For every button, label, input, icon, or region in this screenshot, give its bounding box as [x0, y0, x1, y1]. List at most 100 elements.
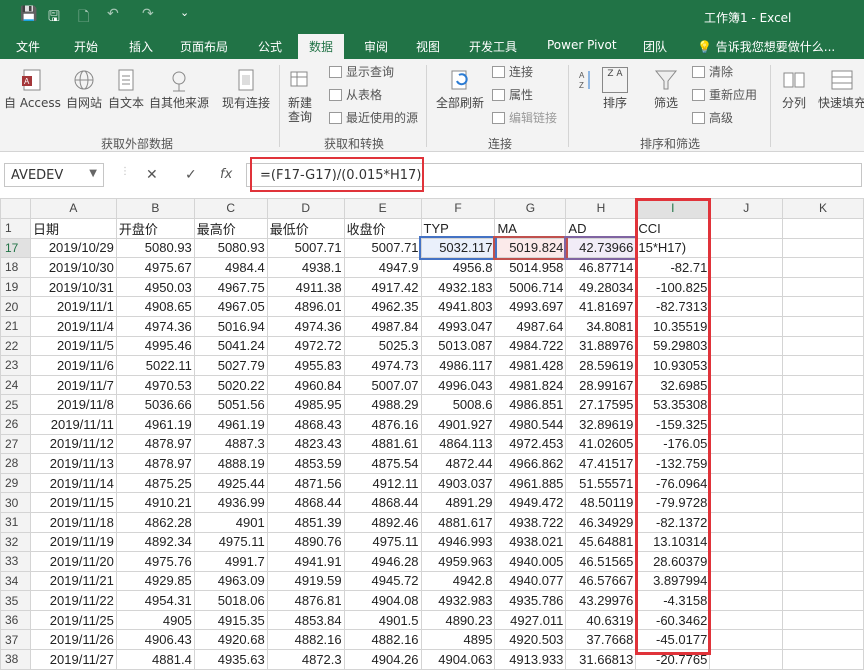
table-cell[interactable]: 4946.993: [420, 531, 496, 553]
table-cell[interactable]: [782, 609, 864, 631]
spreadsheet-grid[interactable]: A B C D E F G H I J K 1 日期 开盘价 最高价 最低价 收盘价 TYP MA AD CCI 17 20…: [0, 198, 864, 670]
customize-toolbar-icon[interactable]: ⌄: [180, 6, 189, 19]
table-cell[interactable]: 4975.11: [343, 531, 422, 553]
new-query-button[interactable]: 新建 查询: [287, 67, 313, 124]
table-cell[interactable]: 5020.22: [193, 374, 268, 396]
table-cell[interactable]: 2019/11/4: [29, 315, 117, 337]
table-cell[interactable]: [709, 315, 784, 337]
cancel-formula-icon[interactable]: ✕: [146, 167, 158, 183]
table-cell[interactable]: 27.17595: [565, 394, 637, 415]
table-cell[interactable]: 4987.84: [343, 315, 422, 337]
table-cell[interactable]: 4875.25: [115, 472, 195, 494]
table-cell[interactable]: 4882.16: [343, 629, 422, 651]
table-cell[interactable]: 37.7668: [565, 629, 637, 651]
table-cell[interactable]: 2019/11/15: [29, 492, 117, 513]
table-cell[interactable]: [709, 394, 784, 415]
row-header[interactable]: 19: [0, 276, 31, 298]
table-cell[interactable]: 4901.927: [420, 413, 496, 435]
table-cell[interactable]: 4919.59: [266, 570, 345, 592]
table-cell[interactable]: 4986.117: [420, 355, 496, 376]
table-cell[interactable]: [709, 649, 784, 670]
tab-file[interactable]: 文件: [16, 38, 40, 55]
table-cell[interactable]: 4940.077: [494, 570, 567, 592]
table-cell[interactable]: 43.29976: [565, 590, 637, 611]
row-header[interactable]: 28: [0, 453, 31, 474]
table-cell[interactable]: 28.99167: [565, 374, 637, 396]
table-cell[interactable]: 4862.28: [115, 511, 195, 533]
table-cell[interactable]: 4972.72: [266, 335, 345, 357]
header-cell[interactable]: AD: [565, 217, 637, 239]
table-cell[interactable]: 4912.11: [343, 472, 422, 494]
table-cell[interactable]: 4972.453: [494, 433, 567, 455]
table-cell[interactable]: 2019/11/19: [29, 531, 117, 553]
table-cell[interactable]: 4954.31: [115, 590, 195, 611]
tab-data[interactable]: 数据: [298, 34, 345, 59]
cell-table[interactable]: A B C D E F G H I J K 1 日期 开盘价 最高价 最低价 收盘价 TYP MA AD CCI 17 20…: [0, 198, 864, 670]
table-cell[interactable]: -79.9728: [635, 492, 711, 513]
row-header[interactable]: 35: [0, 590, 31, 611]
edit-links-button[interactable]: 编辑链接: [492, 110, 557, 126]
filter-button[interactable]: 筛选: [653, 67, 679, 110]
table-cell[interactable]: [709, 511, 784, 533]
table-cell[interactable]: 4946.28: [343, 551, 422, 572]
table-cell[interactable]: 46.57667: [565, 570, 637, 592]
table-cell[interactable]: [782, 629, 864, 651]
table-cell[interactable]: 4864.113: [420, 433, 496, 455]
table-cell[interactable]: 4853.84: [266, 609, 345, 631]
table-cell[interactable]: 2019/10/29: [29, 237, 117, 259]
table-cell[interactable]: -76.0964: [635, 472, 711, 494]
reapply-button[interactable]: 重新应用: [692, 87, 757, 103]
table-cell[interactable]: 4942.8: [420, 570, 496, 592]
existing-connections-button[interactable]: 现有连接: [222, 67, 270, 110]
table-cell[interactable]: 4961.19: [193, 413, 268, 435]
table-cell[interactable]: 2019/11/5: [29, 335, 117, 357]
from-text-button[interactable]: 自文本: [108, 67, 144, 110]
table-cell[interactable]: 4963.09: [193, 570, 268, 592]
table-cell[interactable]: 4995.46: [115, 335, 195, 357]
table-cell[interactable]: [709, 492, 784, 513]
table-cell[interactable]: 4925.44: [193, 472, 268, 494]
table-cell[interactable]: [709, 551, 784, 572]
tab-view[interactable]: 视图: [416, 38, 440, 55]
table-cell[interactable]: 48.50119: [565, 492, 637, 513]
row-header[interactable]: 17: [0, 237, 31, 259]
table-cell[interactable]: 4878.97: [115, 433, 195, 455]
row-header[interactable]: 27: [0, 433, 31, 455]
connections-button[interactable]: 连接: [492, 64, 533, 80]
table-cell[interactable]: 5016.94: [193, 315, 268, 337]
table-cell[interactable]: 2019/11/18: [29, 511, 117, 533]
table-cell[interactable]: 4993.047: [420, 315, 496, 337]
header-cell[interactable]: 日期: [29, 217, 117, 239]
table-cell[interactable]: -100.825: [635, 276, 711, 298]
table-cell[interactable]: 5008.6: [420, 394, 496, 415]
save-as-icon[interactable]: 🖫: [48, 6, 60, 30]
table-cell[interactable]: [782, 296, 864, 317]
table-cell[interactable]: 5027.79: [193, 355, 268, 376]
tab-formulas[interactable]: 公式: [258, 38, 282, 55]
tab-home[interactable]: 开始: [74, 38, 98, 55]
table-cell[interactable]: 4975.11: [193, 531, 268, 553]
clear-filter-button[interactable]: 清除: [692, 64, 733, 80]
table-cell[interactable]: -45.0177: [635, 629, 711, 651]
table-cell[interactable]: 34.8081: [565, 315, 637, 337]
table-cell[interactable]: 5022.11: [115, 355, 195, 376]
table-cell[interactable]: 5014.958: [494, 257, 567, 278]
table-cell[interactable]: [782, 590, 864, 611]
table-cell[interactable]: 40.6319: [565, 609, 637, 631]
table-cell[interactable]: 46.87714: [565, 257, 637, 278]
table-cell[interactable]: 2019/11/1: [29, 296, 117, 317]
table-cell[interactable]: 4960.84: [266, 374, 345, 396]
table-cell[interactable]: 15*H17): [635, 237, 711, 259]
tab-page-layout[interactable]: 页面布局: [180, 38, 228, 55]
table-cell[interactable]: 4945.72: [343, 570, 422, 592]
enter-formula-icon[interactable]: ✓: [185, 167, 197, 183]
table-cell[interactable]: 4890.23: [420, 609, 496, 631]
table-cell[interactable]: [709, 453, 784, 474]
from-table-button[interactable]: 从表格: [329, 87, 382, 103]
column-header-a[interactable]: A: [29, 198, 117, 219]
table-cell[interactable]: 4901: [193, 511, 268, 533]
table-cell[interactable]: [709, 335, 784, 357]
insert-function-icon[interactable]: fx: [220, 167, 232, 182]
table-cell[interactable]: 4975.76: [115, 551, 195, 572]
table-cell[interactable]: 2019/11/6: [29, 355, 117, 376]
